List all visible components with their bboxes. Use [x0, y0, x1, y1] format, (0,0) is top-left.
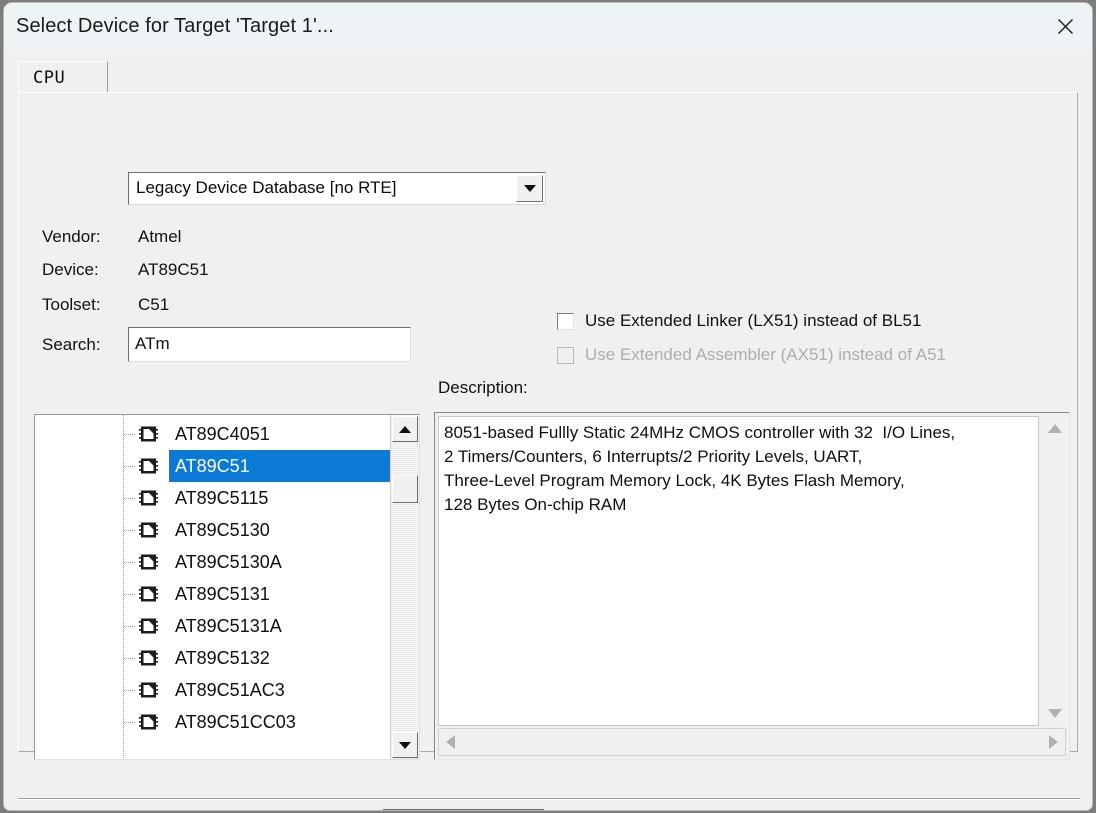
chip-icon: [139, 457, 158, 475]
list-item-label-wrap: AT89C4051: [169, 418, 276, 450]
tree-hook: [124, 722, 136, 723]
list-item-label-wrap: AT89C5131: [169, 578, 276, 610]
toolset-label: Toolset:: [42, 295, 101, 314]
list-item-label: AT89C5130A: [175, 551, 282, 572]
description-horizontal-scrollbar[interactable]: [438, 728, 1066, 756]
search-label: Search:: [42, 335, 101, 354]
triangle-right-icon[interactable]: [1049, 735, 1058, 749]
list-item[interactable]: AT89C5130A: [35, 546, 390, 578]
tab-cpu[interactable]: CPU: [18, 61, 108, 93]
footer-separator: [18, 798, 1080, 800]
checkbox-extended-assembler: Use Extended Assembler (AX51) instead of…: [557, 345, 946, 365]
chip-icon: [139, 521, 158, 539]
list-item-label: AT89C4051: [175, 423, 270, 444]
list-item-label: AT89C51CC03: [175, 711, 296, 732]
tree-hook: [124, 498, 136, 499]
screen: Select Device for Target 'Target 1'... C…: [0, 0, 1096, 813]
triangle-up-icon[interactable]: [392, 416, 418, 442]
chip-icon: [139, 649, 158, 667]
list-item[interactable]: AT89C5131A: [35, 610, 390, 642]
list-item-label: AT89C5131: [175, 583, 270, 604]
list-item-label: AT89C51: [175, 455, 250, 476]
list-item[interactable]: AT89C5131: [35, 578, 390, 610]
list-item-label: AT89C51AC3: [175, 679, 285, 700]
triangle-down-icon[interactable]: [392, 732, 418, 758]
description-text: 8051-based Fullly Static 24MHz CMOS cont…: [444, 423, 956, 514]
checkbox-extended-linker[interactable]: Use Extended Linker (LX51) instead of BL…: [557, 311, 921, 331]
list-item[interactable]: AT89C51CC03: [35, 706, 390, 738]
list-item-label: AT89C5131A: [175, 615, 282, 636]
window-title: Select Device for Target 'Target 1'...: [16, 15, 334, 37]
list-item-label-wrap: AT89C5131A: [169, 610, 288, 642]
list-item[interactable]: AT89C51AC3: [35, 674, 390, 706]
list-item-label-wrap: AT89C51: [169, 450, 390, 482]
list-item[interactable]: AT89C51: [35, 450, 390, 482]
list-item[interactable]: AT89C5130: [35, 514, 390, 546]
list-item[interactable]: AT89C4051: [35, 418, 390, 450]
description-panel: 8051-based Fullly Static 24MHz CMOS cont…: [434, 412, 1070, 760]
chip-icon: [139, 713, 158, 731]
device-label: Device:: [42, 260, 99, 279]
search-input-value: ATm: [135, 334, 170, 353]
checkbox-box-icon[interactable]: [557, 312, 574, 330]
tree-hook: [124, 562, 136, 563]
vendor-value: Atmel: [138, 227, 182, 246]
triangle-down-icon[interactable]: [1048, 709, 1062, 718]
chip-icon: [139, 425, 158, 443]
list-item-label-wrap: AT89C5115: [169, 482, 274, 514]
vendor-label: Vendor:: [42, 227, 101, 246]
chevron-down-icon[interactable]: [516, 175, 543, 202]
list-item-label: AT89C5130: [175, 519, 270, 540]
list-item-label-wrap: AT89C5132: [169, 642, 276, 674]
list-item-label: AT89C5115: [175, 487, 269, 508]
checkbox-extended-linker-label: Use Extended Linker (LX51) instead of BL…: [585, 311, 922, 330]
chip-icon: [139, 681, 158, 699]
list-item-label-wrap: AT89C51AC3: [169, 674, 291, 706]
tree-hook: [124, 594, 136, 595]
checkbox-extended-assembler-label: Use Extended Assembler (AX51) instead of…: [585, 345, 946, 364]
close-icon[interactable]: [1038, 3, 1092, 49]
tree-hook: [124, 530, 136, 531]
description-text-area[interactable]: 8051-based Fullly Static 24MHz CMOS cont…: [438, 416, 1039, 726]
device-list[interactable]: AT89C4051 AT89C51 AT89C5115 AT89C5130 AT89C5…: [34, 414, 420, 760]
tree-hook: [124, 434, 136, 435]
scrollbar-thumb[interactable]: [392, 475, 418, 503]
list-item-label-wrap: AT89C51CC03: [169, 706, 302, 738]
tree-hook: [124, 626, 136, 627]
device-database-value: Legacy Device Database [no RTE]: [136, 178, 397, 197]
list-item-label-wrap: AT89C5130: [169, 514, 276, 546]
select-device-dialog: Select Device for Target 'Target 1'... C…: [4, 3, 1092, 810]
search-input[interactable]: ATm: [128, 327, 411, 362]
device-database-combo[interactable]: Legacy Device Database [no RTE]: [128, 172, 546, 205]
chip-icon: [139, 553, 158, 571]
chip-icon: [139, 585, 158, 603]
tree-hook: [124, 658, 136, 659]
description-vertical-scrollbar[interactable]: [1041, 416, 1067, 726]
chip-icon: [139, 489, 158, 507]
description-label: Description:: [438, 378, 528, 397]
tree-hook: [124, 466, 136, 467]
chip-icon: [139, 617, 158, 635]
tab-cpu-label: CPU: [33, 68, 66, 88]
list-item[interactable]: AT89C5115: [35, 482, 390, 514]
device-list-scrollbar[interactable]: [390, 415, 419, 759]
triangle-up-icon[interactable]: [1048, 424, 1062, 433]
device-list-items: AT89C4051 AT89C51 AT89C5115 AT89C5130 AT89C5…: [35, 415, 390, 759]
toolset-value: C51: [138, 295, 170, 314]
checkbox-box-icon: [557, 346, 574, 364]
tree-hook: [124, 690, 136, 691]
dialog-body: CPU Legacy Device Database [no RTE] Vend…: [4, 50, 1092, 810]
list-item-label: AT89C5132: [175, 647, 270, 668]
titlebar: Select Device for Target 'Target 1'...: [4, 3, 1092, 50]
list-item[interactable]: AT89C5132: [35, 642, 390, 674]
triangle-left-icon[interactable]: [446, 735, 455, 749]
device-value: AT89C51: [138, 260, 209, 279]
list-item-label-wrap: AT89C5130A: [169, 546, 288, 578]
